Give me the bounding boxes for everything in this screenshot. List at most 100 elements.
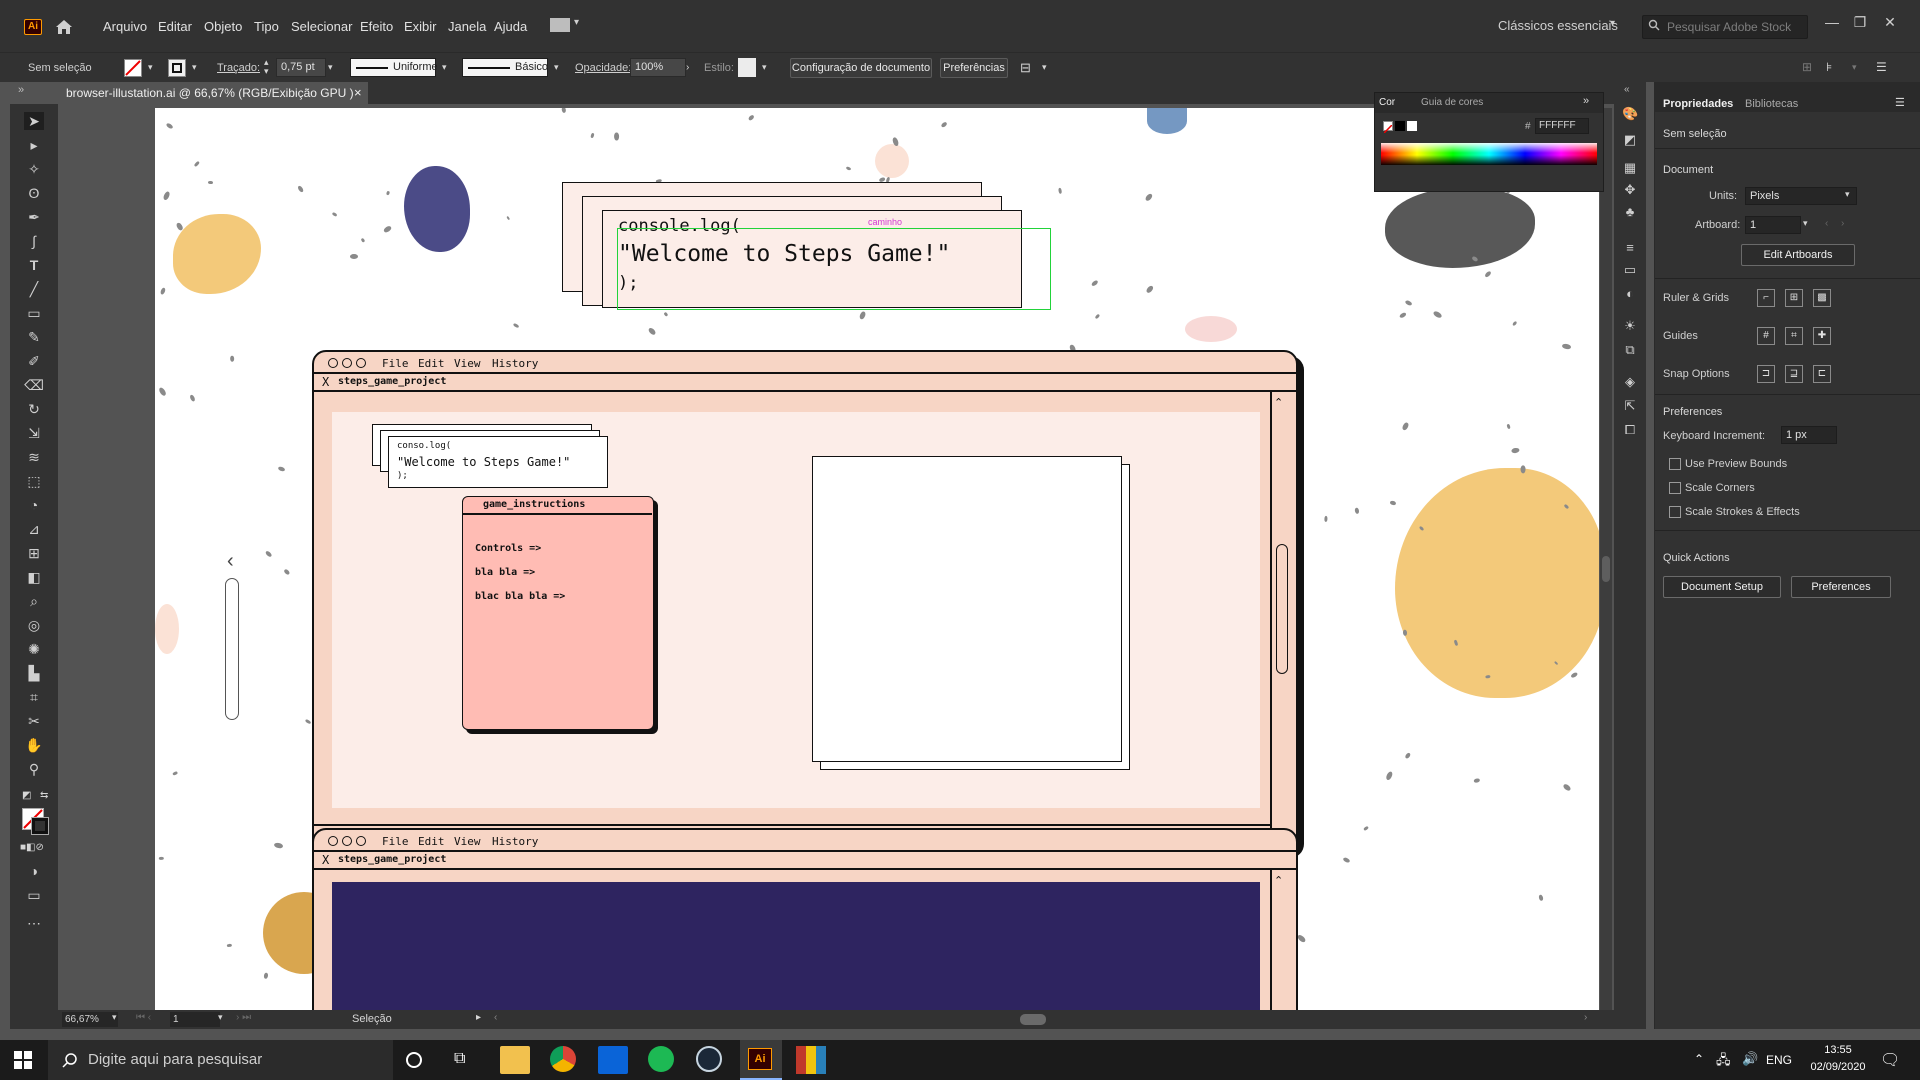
appearance-icon[interactable]: ☀ (1622, 318, 1638, 334)
rotate-tool-icon[interactable]: ↻ (24, 400, 44, 418)
stock-search-input[interactable]: Pesquisar Adobe Stock (1642, 15, 1808, 39)
opacity-label[interactable]: Opacidade: (575, 62, 631, 74)
side-slider-track[interactable] (225, 578, 239, 720)
direct-selection-tool-icon[interactable]: ▸ (24, 136, 44, 154)
instructions-card[interactable]: game_instructions Controls => bla bla =>… (462, 496, 654, 730)
color-guide-icon[interactable]: ◩ (1622, 132, 1638, 148)
rulers-icon[interactable]: ⌐ (1757, 289, 1775, 307)
menu-objeto[interactable]: Objeto (204, 18, 242, 36)
tab-libraries[interactable]: Bibliotecas (1745, 98, 1798, 110)
window-dot-icon[interactable] (328, 836, 338, 846)
tab-color[interactable]: Cor (1379, 97, 1395, 108)
menu-tipo[interactable]: Tipo (254, 18, 279, 36)
line-tool-icon[interactable]: ╱ (24, 280, 44, 298)
chevron-down-icon[interactable]: ▾ (442, 62, 447, 73)
edit-artboards-button[interactable]: Edit Artboards (1741, 244, 1855, 266)
perspective-grid-tool-icon[interactable]: ⊿ (24, 520, 44, 538)
mail-icon[interactable] (598, 1046, 628, 1074)
snap-to-grid-icon[interactable]: ⊒ (1785, 365, 1803, 383)
stroke-color-icon[interactable] (31, 817, 49, 835)
notifications-icon[interactable]: 🗨 (1880, 1050, 1900, 1070)
document-setup-button[interactable]: Configuração de documento (790, 58, 932, 78)
width-tool-icon[interactable]: ≋ (24, 448, 44, 466)
menu-janela[interactable]: Janela (448, 18, 486, 36)
clock-time[interactable]: 13:55 (1808, 1044, 1868, 1056)
workspace-switcher[interactable]: Clássicos essenciais (1498, 18, 1618, 33)
shaper-tool-icon[interactable]: ✐ (24, 352, 44, 370)
file-explorer-icon[interactable] (500, 1046, 530, 1074)
screen-mode-icon[interactable]: ▭ (24, 886, 44, 904)
chevron-down-icon[interactable]: ▾ (218, 1012, 223, 1023)
pen-tool-icon[interactable]: ✒ (24, 208, 44, 226)
chevron-down-icon[interactable]: ▾ (762, 62, 767, 73)
last-artboard-icon[interactable]: › ⏭ (236, 1012, 251, 1023)
task-view-icon[interactable]: ⧉ (454, 1050, 465, 1068)
cortana-icon[interactable] (406, 1052, 422, 1068)
win-menu-history[interactable]: History (492, 835, 538, 848)
smart-guides-icon[interactable]: ✚ (1813, 327, 1831, 345)
horizontal-scroll-thumb[interactable] (1020, 1014, 1046, 1025)
default-colors-icon[interactable]: ◩ (22, 790, 31, 801)
mesh-tool-icon[interactable]: ⊞ (24, 544, 44, 562)
scroll-right-icon[interactable]: › (1584, 1012, 1587, 1023)
first-artboard-icon[interactable]: ⏮ ‹ (136, 1012, 151, 1023)
scale-tool-icon[interactable]: ⇲ (24, 424, 44, 442)
steam-icon[interactable] (696, 1046, 722, 1072)
scroll-up-icon[interactable]: ⌃ (1274, 874, 1283, 887)
opacity-input[interactable]: 100% (630, 58, 686, 77)
fill-swatch[interactable] (124, 59, 142, 77)
win-menu-view[interactable]: View (454, 357, 481, 370)
panel-menu-icon[interactable]: ☰ (1895, 96, 1905, 109)
show-guides-icon[interactable]: # (1757, 327, 1775, 345)
chevron-down-icon[interactable]: ▾ (148, 62, 153, 73)
volume-icon[interactable]: 🔊 (1742, 1051, 1758, 1067)
slice-tool-icon[interactable]: ✂ (24, 712, 44, 730)
use-preview-bounds-checkbox[interactable] (1669, 458, 1681, 470)
magic-wand-tool-icon[interactable]: ✧ (24, 160, 44, 178)
illustrator-taskbar-item[interactable]: Ai (740, 1040, 782, 1080)
asset-export-icon[interactable]: ⇱ (1622, 398, 1638, 414)
win-menu-history[interactable]: History (492, 357, 538, 370)
lasso-tool-icon[interactable]: ʘ (24, 184, 44, 202)
more-tools-icon[interactable]: ⋯ (24, 914, 44, 932)
align-icon[interactable]: ⊟ (1020, 60, 1031, 76)
panel-expand-icon[interactable]: » (1583, 95, 1589, 107)
preferences-quick-button[interactable]: Preferences (1791, 576, 1891, 598)
menu-exibir[interactable]: Exibir (404, 18, 437, 36)
tab-properties[interactable]: Propriedades (1663, 98, 1733, 110)
artboards-icon[interactable]: ⧠ (1622, 422, 1638, 438)
chevron-down-icon[interactable]: ▾ (1803, 218, 1808, 229)
units-select[interactable]: Pixels (1745, 187, 1857, 205)
window-dot-icon[interactable] (328, 358, 338, 368)
menu-selecionar[interactable]: Selecionar (291, 18, 352, 36)
chrome-icon[interactable] (550, 1046, 576, 1072)
network-icon[interactable]: 🖧 (1716, 1051, 1731, 1073)
project-tab-close[interactable]: X (322, 375, 329, 389)
symbols-icon[interactable]: ♣ (1622, 204, 1638, 220)
window-dot-icon[interactable] (342, 358, 352, 368)
draw-mode-icon[interactable]: ◑ (24, 862, 44, 880)
chevron-down-icon[interactable]: ▾ (1852, 62, 1857, 73)
canvas-vertical-scrollbar[interactable] (1600, 108, 1612, 1010)
win-menu-file[interactable]: File (382, 357, 409, 370)
chevron-down-icon[interactable]: ▾ (1845, 189, 1850, 200)
blend-tool-icon[interactable]: ◎ (24, 616, 44, 634)
preferences-button[interactable]: Preferências (940, 58, 1008, 78)
browser-window[interactable]: File Edit View History X steps_game_proj… (312, 350, 1298, 852)
hex-input[interactable]: FFFFFF (1535, 118, 1589, 134)
grid-icon[interactable]: ⊞ (1785, 289, 1803, 307)
chevron-left-icon[interactable]: ‹ (227, 550, 234, 573)
canvas-area[interactable]: console.log( "Welcome to Steps Game!" );… (58, 104, 1636, 1010)
tab-color-guide[interactable]: Guia de cores (1421, 97, 1483, 108)
zoom-input[interactable]: 66,67% (62, 1012, 118, 1027)
language-indicator[interactable]: ENG (1766, 1053, 1792, 1067)
blank-card[interactable] (812, 456, 1122, 762)
clock-date[interactable]: 02/09/2020 (1808, 1061, 1868, 1073)
snap-to-point-icon[interactable]: ⊐ (1757, 365, 1775, 383)
snap-to-pixel-icon[interactable]: ⊏ (1813, 365, 1831, 383)
spotify-icon[interactable] (648, 1046, 674, 1072)
artboard-select[interactable]: 1 (1745, 216, 1801, 234)
menu-efeito[interactable]: Efeito (360, 18, 393, 36)
menu-arquivo[interactable]: Arquivo (103, 18, 147, 36)
selection-tool-icon[interactable]: ➤ (24, 112, 44, 130)
